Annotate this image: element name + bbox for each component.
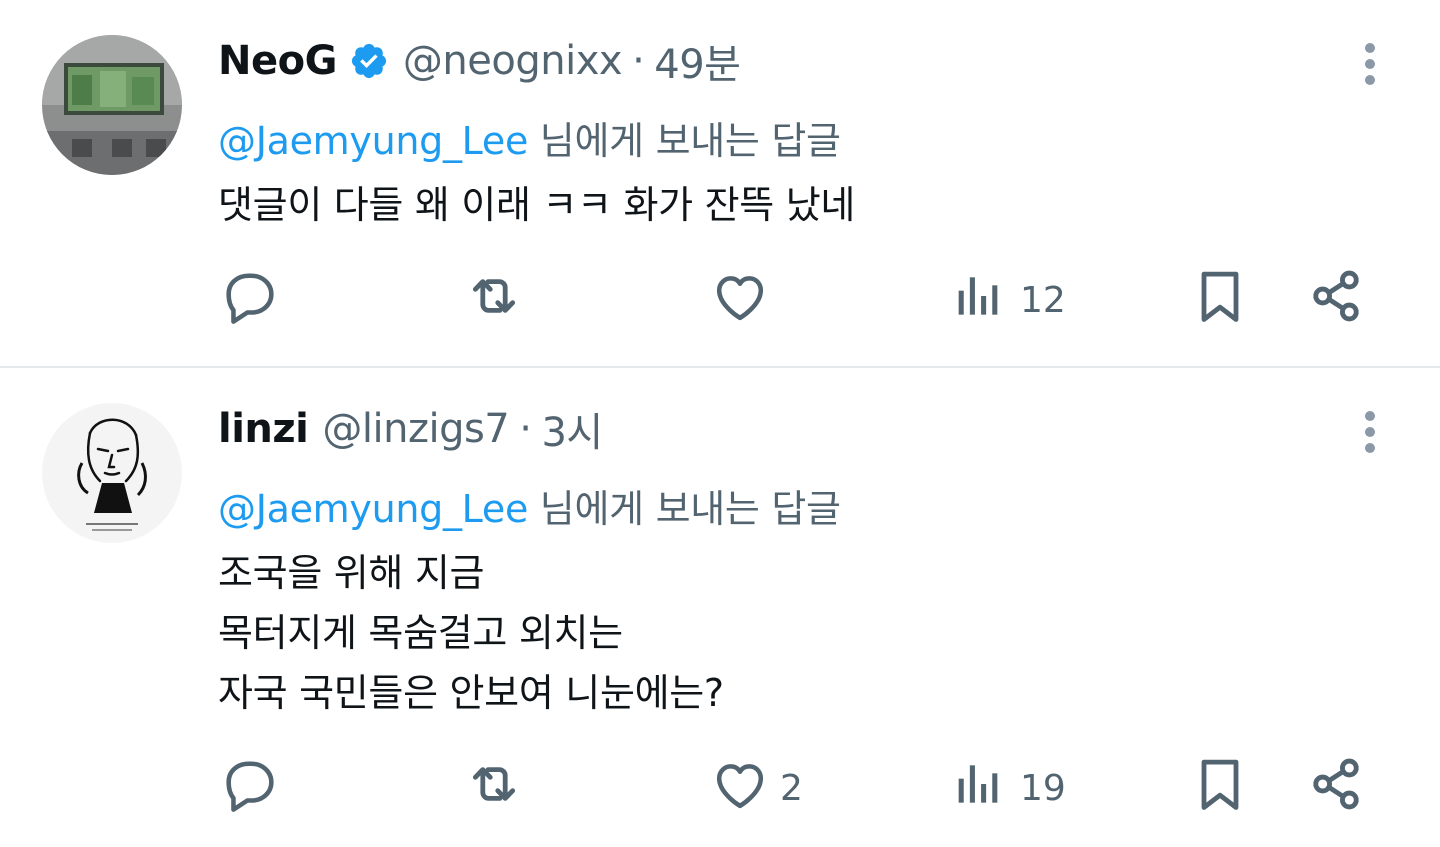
reply-tweet[interactable]: linzi @linzigs7 · 3시 @Jaemyung_Lee 님에게 보… xyxy=(0,0,1440,847)
user-handle[interactable]: @linzigs7 xyxy=(322,406,509,452)
like-button[interactable]: 2 xyxy=(708,753,803,823)
retweet-icon xyxy=(462,752,526,825)
share-button[interactable] xyxy=(1304,753,1368,823)
views-icon xyxy=(948,752,1012,825)
reply-mention-link[interactable]: @Jaemyung_Lee xyxy=(218,487,528,531)
tweet-text: 조국을 위해 지금 목터지게 목숨걸고 외치는 자국 국민들은 안보여 니눈에는… xyxy=(218,551,724,715)
bookmark-icon xyxy=(1188,752,1252,825)
bookmark-button[interactable] xyxy=(1188,753,1252,823)
action-bar: 2 19 xyxy=(218,753,1368,823)
reply-icon xyxy=(218,752,282,825)
views-button[interactable]: 19 xyxy=(948,753,1066,823)
share-icon xyxy=(1304,752,1368,825)
reply-button[interactable] xyxy=(218,753,290,823)
tweet-header: linzi @linzigs7 · 3시 xyxy=(218,404,603,456)
like-count: 2 xyxy=(780,767,803,809)
retweet-button[interactable] xyxy=(462,753,534,823)
reply-feed: NeoG @neognixx · 49분 @Jaemyung_Lee 님에게 보… xyxy=(0,0,1440,847)
timestamp[interactable]: 3시 xyxy=(541,400,603,458)
more-icon[interactable] xyxy=(1350,402,1390,462)
avatar[interactable] xyxy=(42,403,182,543)
separator-dot: · xyxy=(519,406,532,452)
like-icon xyxy=(708,752,772,825)
views-count: 19 xyxy=(1020,767,1066,809)
display-name[interactable]: linzi xyxy=(218,406,309,452)
reply-suffix: 님에게 보내는 답글 xyxy=(528,487,841,531)
reply-context: @Jaemyung_Lee 님에게 보내는 답글 xyxy=(218,478,841,533)
